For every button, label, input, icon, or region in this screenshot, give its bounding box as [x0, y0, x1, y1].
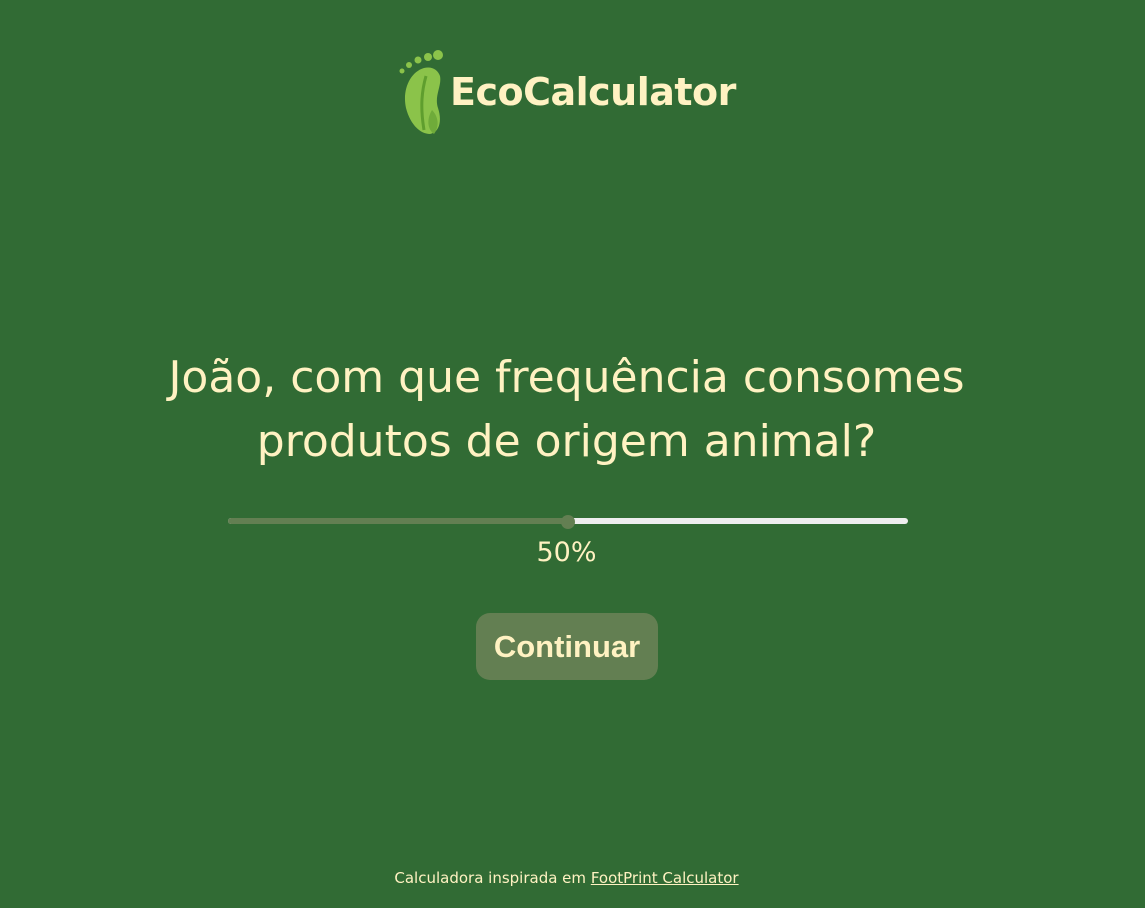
question-heading: João, com que frequência consomes produt… — [0, 346, 1133, 474]
footprint-calculator-link[interactable]: FootPrint Calculator — [591, 869, 739, 887]
question-line-1: João, com que frequência consomes — [168, 352, 965, 403]
brand-logo: EcoCalculator — [396, 46, 736, 138]
slider-fill — [228, 518, 568, 524]
question-line-2: produtos de origem animal? — [256, 416, 877, 467]
footprint-leaf-icon — [396, 46, 452, 138]
slider-value-label: 50% — [536, 537, 597, 568]
continue-button[interactable]: Continuar — [476, 613, 658, 680]
slider-thumb[interactable] — [561, 515, 575, 529]
brand-name: EcoCalculator — [450, 70, 736, 114]
footer: Calculadora inspirada em FootPrint Calcu… — [0, 867, 1133, 889]
frequency-slider[interactable] — [228, 515, 908, 529]
footer-text: Calculadora inspirada em — [394, 869, 587, 887]
